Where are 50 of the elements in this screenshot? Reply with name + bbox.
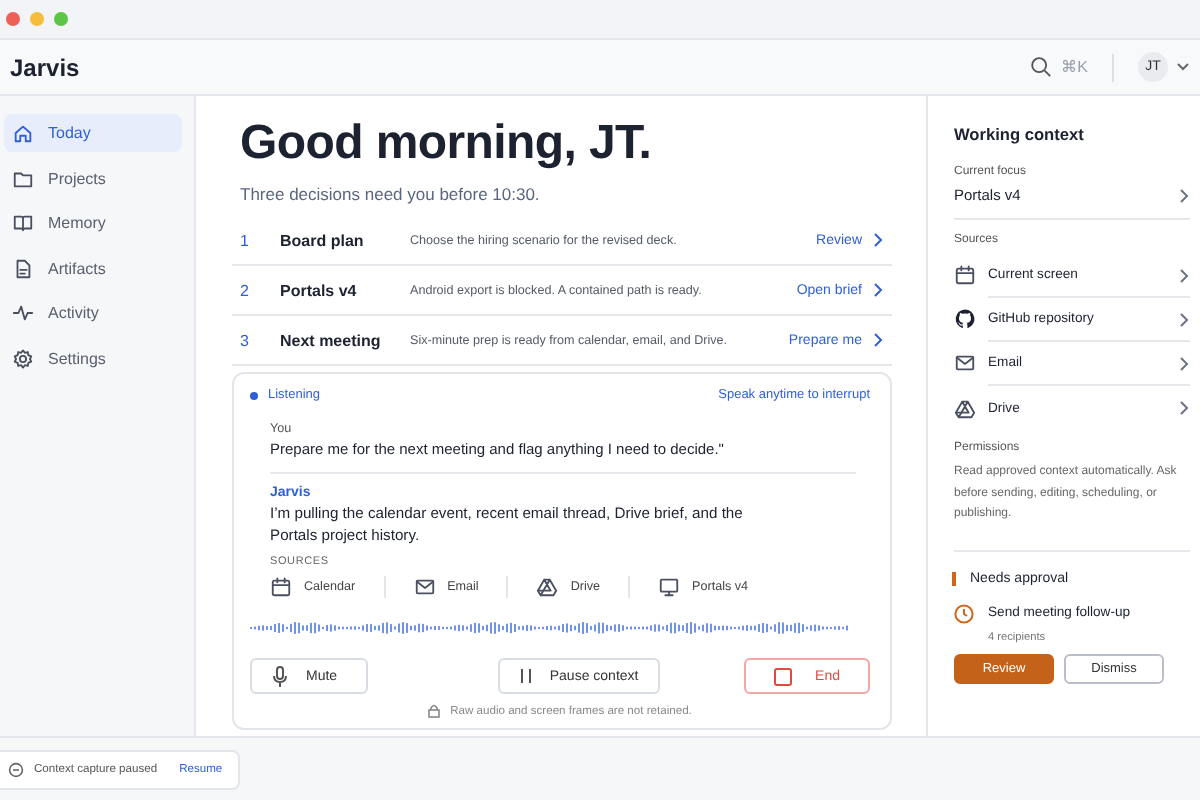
mail-icon — [954, 352, 976, 374]
monitor-icon — [658, 576, 681, 598]
decision-title: Board plan — [280, 231, 366, 249]
document-icon — [12, 257, 34, 280]
status-dot-icon — [250, 391, 258, 399]
microphone-icon — [272, 665, 288, 687]
decision-number: 1 — [240, 231, 251, 249]
sidebar-item[interactable]: Today — [4, 114, 182, 152]
capture-icon — [8, 761, 24, 777]
drive-icon — [536, 576, 559, 598]
sidebar-item[interactable]: Projects — [4, 159, 182, 198]
sidebar-item[interactable]: Settings — [4, 339, 182, 378]
decision-number: 3 — [240, 331, 251, 349]
minimize-window-button[interactable] — [30, 12, 44, 26]
decision-title: Portals v4 — [280, 281, 359, 299]
sidebar-item[interactable]: Memory — [4, 204, 182, 243]
decision-title: Next meeting — [280, 331, 383, 349]
stop-icon — [773, 667, 792, 685]
app-title: Jarvis — [10, 53, 82, 81]
settings-icon — [12, 347, 34, 370]
clock-icon — [954, 603, 974, 623]
chevron-right-icon — [872, 332, 884, 348]
book-icon — [12, 212, 34, 235]
chevron-down-icon[interactable] — [1176, 62, 1190, 72]
sidebar-item[interactable]: Artifacts — [4, 249, 182, 288]
home-icon — [12, 122, 34, 144]
pulse-icon — [12, 302, 34, 325]
panel-title: Working context — [954, 124, 1086, 144]
zoom-window-button[interactable] — [54, 12, 68, 26]
calendar-icon — [954, 264, 976, 286]
calendar-icon — [270, 576, 292, 598]
greeting-heading: Good morning, JT. — [240, 114, 654, 174]
folder-icon — [12, 167, 34, 190]
sidebar-item[interactable]: Activity — [4, 294, 182, 333]
search-icon — [1029, 56, 1052, 78]
chevron-right-icon — [1178, 187, 1190, 203]
chevron-right-icon — [872, 232, 884, 248]
close-window-button[interactable] — [6, 12, 20, 26]
chevron-right-icon — [1178, 400, 1190, 416]
lock-icon — [428, 704, 441, 718]
chevron-right-icon — [1178, 267, 1190, 283]
mail-icon — [413, 576, 436, 598]
github-icon — [954, 308, 976, 330]
chevron-right-icon — [1178, 311, 1190, 327]
decision-number: 2 — [240, 281, 251, 299]
chevron-right-icon — [872, 282, 884, 298]
drive-icon — [954, 397, 976, 419]
subtitle: Three decisions need you before 10:30. — [240, 184, 542, 204]
pause-icon — [519, 668, 532, 684]
chevron-right-icon — [1178, 355, 1190, 371]
